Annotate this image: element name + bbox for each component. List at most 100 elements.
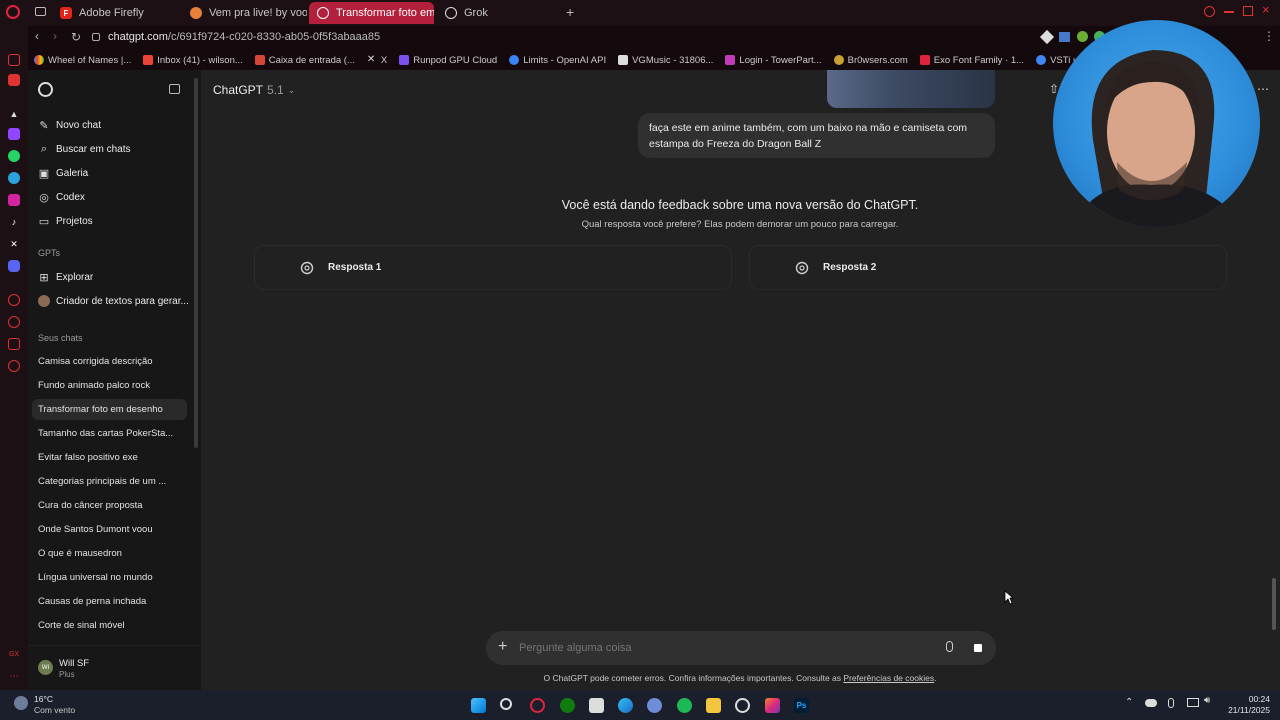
chat-item[interactable]: Fundo animado palco rock [38, 380, 188, 391]
chat-item[interactable]: Evitar falso positivo exe [38, 452, 188, 463]
tab-grok[interactable]: Grok [437, 2, 562, 24]
uploaded-image-thumbnail[interactable] [827, 70, 995, 108]
reload-icon[interactable]: ↻ [71, 30, 81, 44]
instagram-app-icon[interactable] [765, 698, 780, 713]
bookmark-item[interactable]: Exo Font Family · 1... [919, 55, 1024, 66]
chat-item[interactable]: O que é mausedron [38, 548, 188, 559]
bookmark-item[interactable]: Login - TowerPart... [725, 55, 822, 66]
tab-adobe-firefly[interactable]: F Adobe Firefly [52, 2, 182, 24]
opera-gx-icon[interactable] [530, 698, 545, 713]
sidebar-scrollbar[interactable] [194, 78, 198, 448]
extension-icon[interactable] [1039, 29, 1055, 45]
openai-logo-icon[interactable] [38, 82, 53, 97]
weather-icon[interactable] [14, 696, 28, 710]
photoshop-icon[interactable]: Ps [794, 698, 809, 713]
bookmark-item[interactable]: Inbox (41) - wilson... [143, 55, 243, 66]
chat-item[interactable]: Tamanho das cartas PokerSta... [38, 428, 188, 439]
translate-extension-icon[interactable] [1059, 32, 1070, 42]
aria-icon[interactable]: ▲ [8, 108, 20, 120]
news-icon[interactable] [8, 74, 20, 86]
x-icon[interactable]: ✕ [8, 238, 20, 250]
explore-gpts-button[interactable]: ⊞ Explorar [38, 271, 93, 284]
minimize-window-icon[interactable] [1224, 11, 1234, 13]
response-1-card[interactable]: Resposta 1 [254, 245, 732, 290]
new-chat-button[interactable]: ✎ Novo chat [38, 119, 101, 132]
onedrive-icon[interactable] [1145, 699, 1157, 707]
opera-logo-icon[interactable] [6, 5, 20, 19]
tab-live[interactable]: Vem pra live! by voodu... [182, 2, 307, 24]
model-selector[interactable]: ChatGPT 5.1 ⌄ [213, 83, 295, 97]
chevron-up-icon[interactable]: ⌃ [1125, 697, 1133, 708]
chat-item-active[interactable]: Transformar foto em desenho [38, 404, 188, 415]
extensions-icon[interactable] [8, 338, 20, 350]
gpt-item[interactable]: Criador de textos para gerar... [38, 295, 189, 307]
bookmark-item[interactable]: VGMusic - 31806... [618, 55, 713, 66]
player-icon[interactable] [8, 294, 20, 306]
instagram-icon[interactable] [8, 194, 20, 206]
codex-button[interactable]: ◎ Codex [38, 191, 85, 204]
chat-item[interactable]: Categorias principais de um ... [38, 476, 188, 487]
x-logo-icon: ✕ [366, 54, 376, 65]
chat-item[interactable]: Causas de perna inchada [38, 596, 188, 607]
projects-button[interactable]: ▭ Projetos [38, 215, 93, 228]
windows-start-icon[interactable] [471, 698, 486, 713]
workspaces-icon[interactable] [35, 7, 46, 16]
attach-plus-icon[interactable]: + [498, 638, 507, 656]
notepad-icon[interactable] [589, 698, 604, 713]
gallery-button[interactable]: ▣ Galeria [38, 167, 88, 180]
tiktok-icon[interactable]: ♪ [8, 216, 20, 228]
back-icon[interactable]: ‹ [35, 29, 39, 43]
edge-icon[interactable] [618, 698, 633, 713]
history-icon[interactable] [8, 316, 20, 328]
bookmark-item[interactable]: ✕ X [367, 55, 387, 66]
chat-item[interactable]: Cura do câncer proposta [38, 500, 188, 511]
spotify-icon[interactable] [677, 698, 692, 713]
main-scrollbar[interactable] [1272, 578, 1276, 630]
forward-icon[interactable]: › [53, 29, 57, 43]
twitch-icon[interactable] [8, 128, 20, 140]
volume-icon[interactable]: 🔊︎ [1204, 695, 1210, 706]
stop-button[interactable] [966, 636, 990, 660]
gx-icon[interactable]: GX [8, 648, 20, 660]
whatsapp-icon[interactable] [8, 150, 20, 162]
menu-dots-icon[interactable]: ⋮ [1263, 29, 1275, 43]
close-window-icon[interactable]: × [1262, 2, 1270, 17]
response-2-card[interactable]: Resposta 2 [749, 245, 1227, 290]
url-field[interactable]: chatgpt.com/c/691f9724-c020-8330-ab05-0f… [108, 31, 380, 43]
telegram-icon[interactable] [8, 172, 20, 184]
bookmark-item[interactable]: Wheel of Names |... [34, 55, 131, 66]
chat-item[interactable]: Corte de sinal móvel [38, 620, 188, 631]
messenger-icon[interactable] [8, 54, 20, 66]
bookmark-item[interactable]: Br0wsers.com [833, 55, 908, 66]
network-icon[interactable] [1187, 698, 1199, 707]
steam-icon[interactable] [647, 698, 662, 713]
maximize-window-icon[interactable] [1243, 6, 1253, 16]
search-chats-button[interactable]: ⌕ Buscar em chats [38, 143, 131, 155]
tab-chatgpt[interactable]: Transformar foto em des... [309, 2, 434, 24]
chat-item[interactable]: Língua universal no mundo [38, 572, 188, 583]
microphone-icon[interactable] [946, 641, 953, 652]
close-sidebar-icon[interactable] [169, 84, 180, 94]
search-icon[interactable] [500, 698, 512, 710]
bookmark-item[interactable]: Caixa de entrada (... [254, 55, 355, 66]
microphone-icon[interactable] [1168, 698, 1174, 708]
chatgpt-app-icon[interactable] [735, 698, 750, 713]
file-explorer-icon[interactable] [706, 698, 721, 713]
settings-icon[interactable] [8, 360, 20, 372]
more-icon[interactable]: ⋯ [8, 670, 20, 682]
new-tab-plus-icon[interactable]: + [566, 4, 574, 20]
user-profile-area[interactable]: WI Will SF Plus [28, 645, 201, 690]
more-options-icon[interactable]: ⋯ [1257, 82, 1269, 96]
extension-green-icon[interactable] [1077, 31, 1088, 42]
xbox-icon[interactable] [560, 698, 575, 713]
discord-icon[interactable] [8, 260, 20, 272]
chat-item[interactable]: Onde Santos Dumont voou [38, 524, 188, 535]
search-tabs-icon[interactable] [1204, 6, 1215, 17]
prompt-input[interactable] [519, 640, 899, 656]
bookmark-item[interactable]: Runpod GPU Cloud [399, 55, 497, 66]
cookie-preferences-link[interactable]: Preferências de cookies [843, 673, 934, 683]
clock-time[interactable]: 00:24 [1226, 694, 1270, 704]
bookmark-item[interactable]: Limits - OpenAI API [509, 55, 606, 66]
clock-date[interactable]: 21/11/2025 [1218, 705, 1270, 715]
chat-item[interactable]: Camisa corrigida descrição [38, 356, 188, 367]
